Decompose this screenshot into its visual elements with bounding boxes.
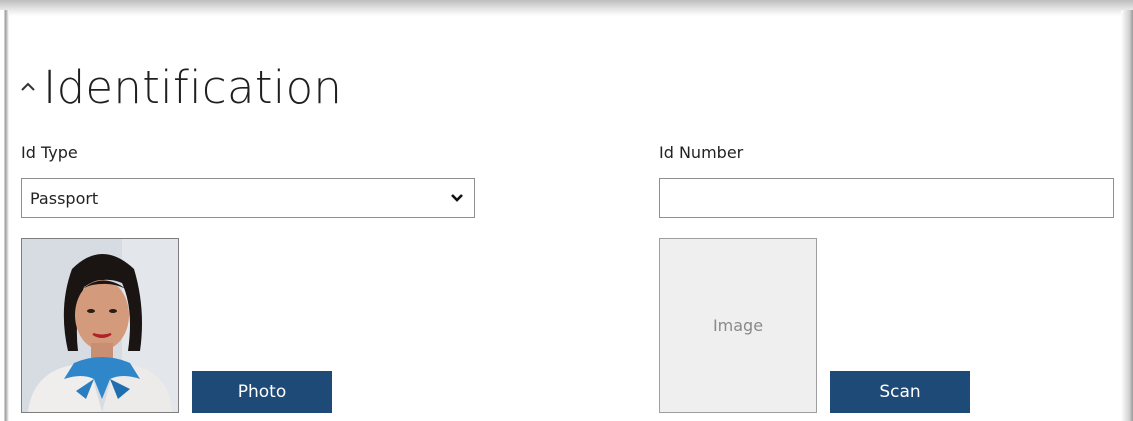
id-photo <box>21 238 179 413</box>
image-placeholder-text: Image <box>712 316 764 335</box>
window-left-edge <box>0 10 9 421</box>
id-number-input[interactable] <box>659 178 1114 218</box>
id-type-select[interactable]: Passport <box>21 178 475 218</box>
window-right-edge <box>1121 10 1133 421</box>
id-type-selected-value: Passport <box>30 188 99 208</box>
chevron-down-icon <box>450 193 464 203</box>
photo-button[interactable]: Photo <box>192 371 332 413</box>
section-title: Identification <box>43 60 343 114</box>
window-top-edge <box>0 0 1133 16</box>
id-type-label: Id Type <box>21 143 78 162</box>
section-header[interactable]: Identification <box>17 57 342 117</box>
scan-button[interactable]: Scan <box>830 371 970 413</box>
chevron-up-icon[interactable] <box>17 72 41 102</box>
id-number-label: Id Number <box>659 143 744 162</box>
scan-image-placeholder: Image <box>659 238 817 413</box>
